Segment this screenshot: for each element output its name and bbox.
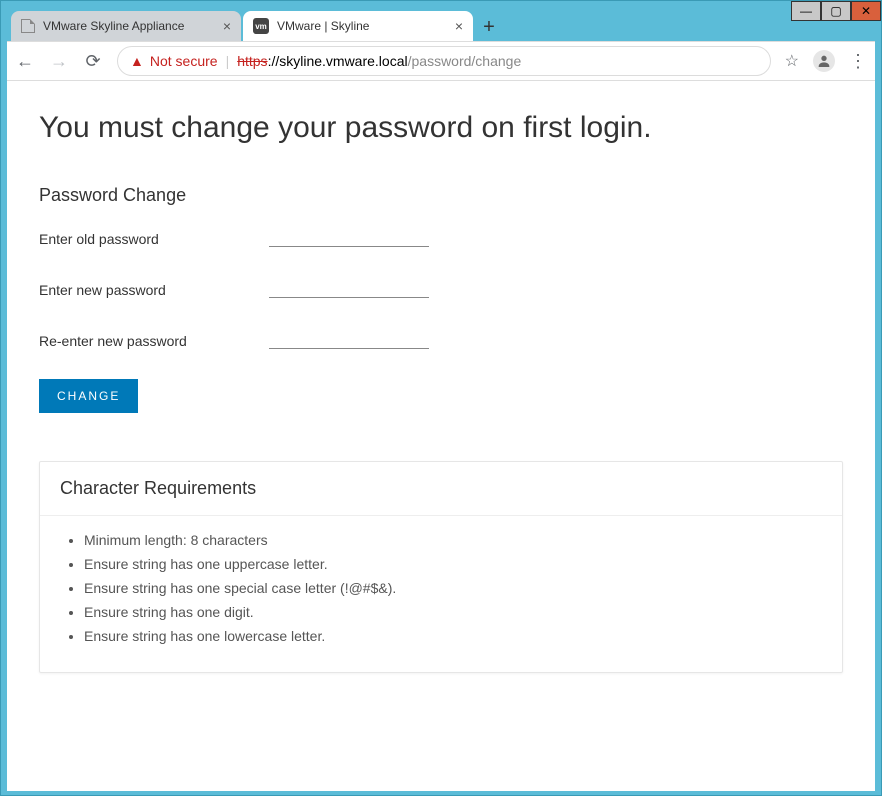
- requirements-card: Character Requirements Minimum length: 8…: [39, 461, 843, 673]
- tab-strip: VMware Skyline Appliance × vm VMware | S…: [11, 9, 881, 41]
- label-old-password: Enter old password: [39, 231, 269, 247]
- list-item: Ensure string has one lowercase letter.: [84, 628, 822, 644]
- new-password-input[interactable]: [269, 277, 429, 298]
- maximize-button[interactable]: ▢: [821, 1, 851, 21]
- page-icon: [21, 19, 35, 33]
- new-tab-button[interactable]: +: [475, 13, 503, 41]
- minimize-button[interactable]: —: [791, 1, 821, 21]
- security-status[interactable]: ▲ Not secure: [130, 53, 218, 69]
- form-row-old: Enter old password: [39, 226, 843, 247]
- url-scheme: https: [237, 53, 267, 69]
- reload-button[interactable]: ⟳: [83, 51, 103, 72]
- label-reenter-password: Re-enter new password: [39, 333, 269, 349]
- url-path: /password/change: [408, 53, 522, 69]
- page-title: You must change your password on first l…: [39, 111, 843, 145]
- bookmark-icon[interactable]: ☆: [785, 51, 799, 71]
- window-controls: — ▢ ✕: [791, 1, 881, 21]
- back-button[interactable]: ←: [15, 51, 35, 72]
- form-row-re: Re-enter new password: [39, 328, 843, 349]
- list-item: Ensure string has one uppercase letter.: [84, 556, 822, 572]
- list-item: Ensure string has one special case lette…: [84, 580, 822, 596]
- warning-icon: ▲: [130, 53, 144, 69]
- address-bar[interactable]: ▲ Not secure | https://skyline.vmware.lo…: [117, 46, 771, 76]
- page-viewport: You must change your password on first l…: [7, 81, 875, 791]
- tab-close-icon[interactable]: ×: [223, 18, 231, 34]
- forward-button[interactable]: →: [49, 51, 69, 72]
- label-new-password: Enter new password: [39, 282, 269, 298]
- tab-close-icon[interactable]: ×: [455, 18, 463, 34]
- old-password-input[interactable]: [269, 226, 429, 247]
- tab-title: VMware Skyline Appliance: [43, 19, 184, 33]
- vm-icon: vm: [253, 18, 269, 34]
- requirements-title: Character Requirements: [40, 462, 842, 516]
- profile-icon[interactable]: [813, 50, 835, 72]
- url-text: https://skyline.vmware.local/password/ch…: [237, 53, 521, 69]
- reenter-password-input[interactable]: [269, 328, 429, 349]
- separator: |: [226, 53, 230, 69]
- menu-icon[interactable]: ⋮: [849, 51, 867, 72]
- browser-toolbar: ← → ⟳ ▲ Not secure | https://skyline.vmw…: [7, 41, 875, 81]
- close-button[interactable]: ✕: [851, 1, 881, 21]
- form-row-new: Enter new password: [39, 277, 843, 298]
- list-item: Ensure string has one digit.: [84, 604, 822, 620]
- url-host: ://skyline.vmware.local: [268, 53, 408, 69]
- tab-active[interactable]: vm VMware | Skyline ×: [243, 11, 473, 41]
- window-frame: — ▢ ✕ VMware Skyline Appliance × vm VMwa…: [0, 0, 882, 796]
- list-item: Minimum length: 8 characters: [84, 532, 822, 548]
- tab-title: VMware | Skyline: [277, 19, 369, 33]
- tab-inactive[interactable]: VMware Skyline Appliance ×: [11, 11, 241, 41]
- requirements-list: Minimum length: 8 characters Ensure stri…: [40, 516, 842, 644]
- section-title: Password Change: [39, 185, 843, 206]
- not-secure-label: Not secure: [150, 53, 218, 69]
- change-button[interactable]: CHANGE: [39, 379, 138, 413]
